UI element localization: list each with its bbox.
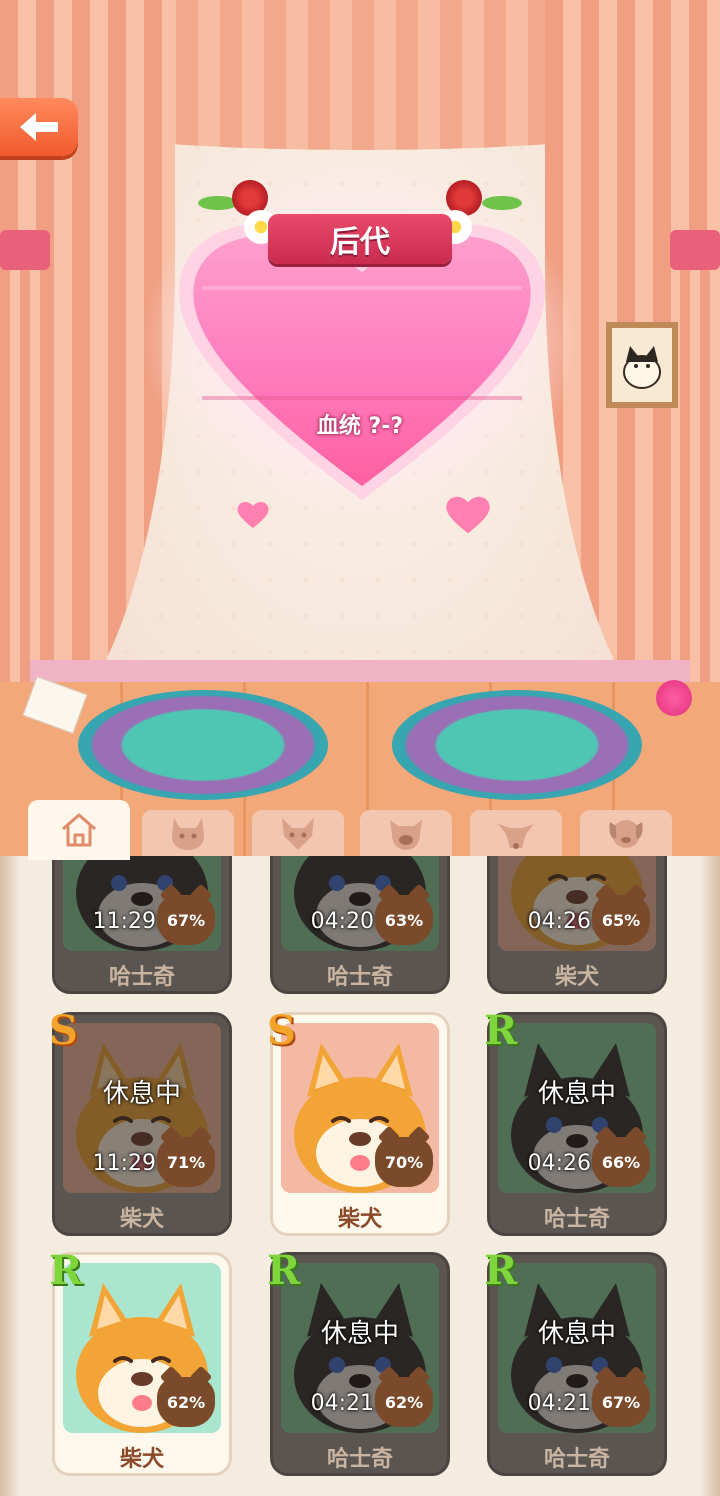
pet-portrait: 休息中 04:21:37 62% [281,1263,439,1433]
affinity-badge: 62% [157,1377,215,1427]
pet-card[interactable]: 70% S 柴犬 [267,1007,450,1236]
tab-fox[interactable] [252,810,344,856]
right-curtain-tie [670,230,720,270]
right-pet-bed[interactable] [392,690,642,800]
pig-face-icon [390,820,422,850]
affinity-percent: 67% [601,1392,641,1412]
rarity-badge: R [484,1007,518,1054]
left-pet-bed[interactable] [78,690,328,800]
affinity-percent: 65% [601,910,641,930]
pet-portrait: 70% [281,1023,439,1193]
affinity-badge: 67% [157,895,215,945]
pet-status: 休息中 [537,1079,616,1109]
cat-portrait-icon [623,346,661,389]
pet-name: 哈士奇 [326,1447,393,1472]
left-curtain-tie [0,230,50,270]
pet-portrait: 休息中 04:21:10 67% [498,1263,656,1433]
cat-face-icon [172,818,204,850]
fox-face-icon [282,818,314,850]
affinity-badge: 62% [375,1377,433,1427]
rarity-badge: R [49,1247,83,1294]
pet-name: 柴犬 [119,1447,164,1472]
pet-card[interactable]: 62% R 柴犬 [49,1247,232,1476]
back-arrow-icon [20,113,58,141]
yarn-ball-icon [656,680,692,716]
pet-card[interactable]: 休息中 04:21:10 67% R 哈士奇 [484,1247,667,1476]
pet-status: 休息中 [320,1319,399,1349]
affinity-percent: 62% [166,1392,206,1412]
pet-name: 柴犬 [554,965,599,990]
rarity-badge: S [267,1007,296,1054]
leaf-decor [482,196,522,210]
pet-status: 休息中 [537,1319,616,1349]
affinity-percent: 71% [166,1152,206,1172]
offspring-banner: 后代 [268,214,452,264]
pet-portrait: 62% [63,1263,221,1433]
pet-name: 柴犬 [337,1207,382,1232]
affinity-percent: 63% [384,910,424,930]
pet-name: 哈士奇 [108,965,175,990]
affinity-percent: 67% [166,910,206,930]
dog-face-icon [609,820,643,848]
category-tabs [0,800,720,860]
tab-deer[interactable] [470,810,562,856]
affinity-badge: 63% [375,895,433,945]
home-icon [62,813,96,847]
tab-dog[interactable] [580,810,672,856]
affinity-badge: 66% [592,1137,650,1187]
rarity-badge: R [267,1247,301,1294]
affinity-percent: 62% [384,1392,424,1412]
affinity-badge: 65% [592,895,650,945]
rarity-badge: S [49,1007,78,1054]
pet-portrait: 休息中 11:29:40 71% [63,1023,221,1193]
offspring-title: 后代 [330,225,390,260]
pet-status: 休息中 [102,1079,181,1109]
affinity-percent: 66% [601,1152,641,1172]
tab-home[interactable] [28,800,130,860]
pet-card[interactable]: 休息中 04:21:37 62% R 哈士奇 [267,1247,450,1476]
tab-cat[interactable] [142,810,234,856]
pet-name: 哈士奇 [543,1207,610,1232]
affinity-badge: 71% [157,1137,215,1187]
bloodline-label: 血统 ?-? [316,414,404,439]
rarity-badge: R [484,1247,518,1294]
small-heart-icon [237,501,269,528]
tab-pig[interactable] [360,810,452,856]
pet-name: 柴犬 [119,1207,164,1232]
affinity-badge: 70% [375,1137,433,1187]
pet-portrait: 休息中 04:26:58 66% [498,1023,656,1193]
cat-picture-frame [606,322,678,408]
pet-card[interactable]: 休息中 11:29:40 71% S 柴犬 [49,1007,232,1236]
pet-name: 哈士奇 [326,965,393,990]
deer-face-icon [498,824,534,849]
baseboard [30,660,690,682]
affinity-percent: 70% [384,1152,424,1172]
pet-card[interactable]: 休息中 04:26:58 66% R 哈士奇 [484,1007,667,1236]
pet-name: 哈士奇 [543,1447,610,1472]
back-button[interactable] [0,98,78,156]
affinity-badge: 67% [592,1377,650,1427]
small-heart-icon [446,496,490,534]
